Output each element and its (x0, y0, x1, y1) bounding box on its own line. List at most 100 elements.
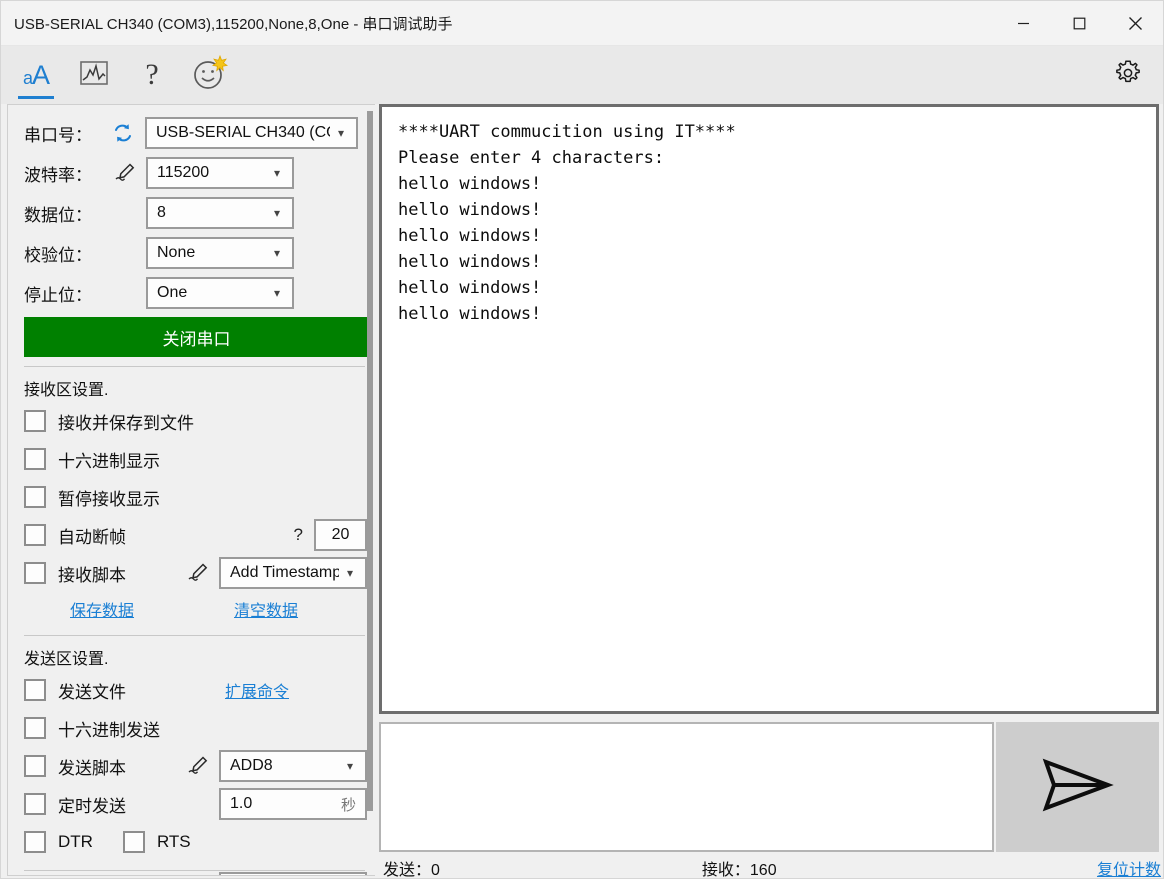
port-value: USB-SERIAL CH340 (COM3) (156, 124, 330, 141)
send-plane-icon (1040, 757, 1115, 818)
checkbox-label: 发送文件 (58, 682, 126, 702)
checkbox-send-script[interactable]: 发送脚本 ADD8 ▾ (8, 747, 375, 785)
checkbox-box[interactable] (24, 755, 46, 777)
toolbar-items: aA ? (9, 46, 237, 104)
checkbox-box[interactable] (24, 524, 46, 546)
send-input[interactable] (379, 722, 994, 852)
newline-select[interactable]: \r\n (CRLF) ▾ (219, 872, 367, 875)
databits-value: 8 (157, 204, 166, 221)
send-area (379, 722, 1159, 852)
stopbits-label: 停止位： (24, 285, 92, 305)
auto-frame-input[interactable]: 20 (314, 519, 367, 551)
receive-content: ****UART commucition using IT**** Please… (398, 122, 736, 324)
checkbox-save-to-file[interactable]: 接收并保存到文件 (8, 402, 375, 440)
parity-select[interactable]: None ▾ (146, 237, 294, 269)
databits-select[interactable]: 8 ▾ (146, 197, 294, 229)
checkbox-box[interactable] (24, 410, 46, 432)
checkbox-hex-display[interactable]: 十六进制显示 (8, 440, 375, 478)
chevron-down-icon: ▾ (346, 566, 354, 580)
save-data-link[interactable]: 保存数据 (70, 597, 134, 621)
timed-send-input[interactable]: 1.0 秒 (219, 788, 367, 820)
checkbox-label: 十六进制显示 (58, 451, 160, 471)
checkbox-recv-script[interactable]: 接收脚本 Add Timestamp ▾ (8, 554, 375, 592)
stopbits-row: 停止位： One ▾ (8, 273, 375, 313)
checkbox-timed-send[interactable]: 定时发送 1.0 秒 (8, 785, 375, 823)
baud-value: 115200 (157, 164, 210, 181)
stopbits-value: One (157, 284, 188, 301)
checkbox-box[interactable] (24, 793, 46, 815)
send-script-select[interactable]: ADD8 ▾ (219, 750, 367, 782)
maximize-button[interactable] (1051, 1, 1107, 45)
right-pane: ****UART commucition using IT**** Please… (379, 104, 1161, 878)
toolbar: aA ? (1, 46, 1163, 104)
chevron-down-icon: ▾ (346, 759, 354, 773)
dtr-rts-row: DTR RTS (8, 823, 375, 861)
newline-row: 换行符 \r\n (CRLF) ▾ (8, 871, 375, 877)
rts-label: RTS (156, 832, 191, 851)
send-section-title: 发送区设置. (24, 651, 109, 668)
baud-edit-pen-icon[interactable] (110, 162, 140, 184)
checkbox-label: 接收脚本 (58, 565, 126, 585)
refresh-ports-icon[interactable] (110, 120, 136, 146)
extend-command-link[interactable]: 扩展命令 (225, 678, 289, 702)
tab-smiley[interactable] (183, 47, 237, 103)
baud-label: 波特率： (24, 165, 92, 185)
send-script-value: ADD8 (230, 757, 273, 774)
stopbits-select[interactable]: One ▾ (146, 277, 294, 309)
title-bar: USB-SERIAL CH340 (COM3),115200,None,8,On… (1, 1, 1163, 46)
checkbox-label: 自动断帧 (58, 527, 126, 547)
smiley-icon (191, 54, 229, 97)
checkbox-dtr[interactable] (24, 831, 46, 853)
clear-data-link[interactable]: 清空数据 (234, 597, 298, 621)
window-controls (995, 1, 1163, 45)
baud-select[interactable]: 115200 ▾ (146, 157, 294, 189)
chevron-down-icon: ▾ (273, 206, 281, 220)
checkbox-auto-frame[interactable]: 自动断帧 ? 20 (8, 516, 375, 554)
auto-frame-help-icon[interactable]: ? (294, 525, 303, 545)
parity-value: None (157, 244, 196, 261)
chevron-down-icon: ▾ (273, 286, 281, 300)
recv-script-value: Add Timestamp (230, 564, 339, 581)
checkbox-hex-send[interactable]: 十六进制发送 (8, 709, 375, 747)
checkbox-box[interactable] (24, 486, 46, 508)
checkbox-box[interactable] (24, 448, 46, 470)
question-mark-icon: ? (145, 58, 159, 91)
checkbox-box[interactable] (24, 679, 46, 701)
close-port-button[interactable]: 关闭串口 (24, 317, 369, 357)
timed-send-unit: 秒 (340, 796, 356, 814)
checkbox-send-file[interactable]: 发送文件 扩展命令 (8, 671, 375, 709)
receive-links-row: 保存数据 清空数据 (8, 592, 375, 626)
databits-label: 数据位： (24, 205, 92, 225)
recv-script-select[interactable]: Add Timestamp ▾ (219, 557, 367, 589)
checkbox-label: 定时发送 (58, 796, 126, 816)
checkbox-rts[interactable] (122, 831, 145, 853)
timed-send-value: 1.0 (230, 795, 253, 812)
chevron-down-icon: ▾ (337, 126, 345, 140)
tab-waveform[interactable] (67, 47, 121, 103)
newline-label: 换行符 (24, 876, 75, 877)
tab-help[interactable]: ? (125, 47, 179, 103)
sidebar-scrollbar-thumb[interactable] (367, 111, 373, 811)
checkbox-pause-display[interactable]: 暂停接收显示 (8, 478, 375, 516)
tab-font-size[interactable]: aA (9, 47, 63, 103)
minimize-button[interactable] (995, 1, 1051, 45)
checkbox-box[interactable] (24, 717, 46, 739)
settings-button[interactable] (1107, 54, 1149, 96)
port-label: 串口号： (24, 125, 92, 145)
parity-row: 校验位： None ▾ (8, 233, 375, 273)
port-select[interactable]: USB-SERIAL CH340 (COM3) ▾ (145, 117, 358, 149)
close-button[interactable] (1107, 1, 1163, 45)
port-row: 串口号： USB-SERIAL CH340 (COM3) ▾ (8, 113, 375, 153)
reset-counter-link[interactable]: 复位计数 (1097, 856, 1163, 878)
waveform-icon (79, 58, 109, 93)
send-button[interactable] (995, 722, 1159, 852)
checkbox-box[interactable] (24, 562, 46, 584)
checkbox-label: 暂停接收显示 (58, 489, 160, 509)
sidebar-scrollbar[interactable] (367, 111, 373, 855)
recv-script-edit-pen-icon[interactable] (183, 562, 213, 584)
dtr-label: DTR (58, 832, 93, 851)
receive-textarea[interactable]: ****UART commucition using IT**** Please… (379, 104, 1159, 714)
databits-row: 数据位： 8 ▾ (8, 193, 375, 233)
serial-debug-assistant-window: USB-SERIAL CH340 (COM3),115200,None,8,On… (0, 0, 1164, 879)
send-script-edit-pen-icon[interactable] (183, 755, 213, 777)
